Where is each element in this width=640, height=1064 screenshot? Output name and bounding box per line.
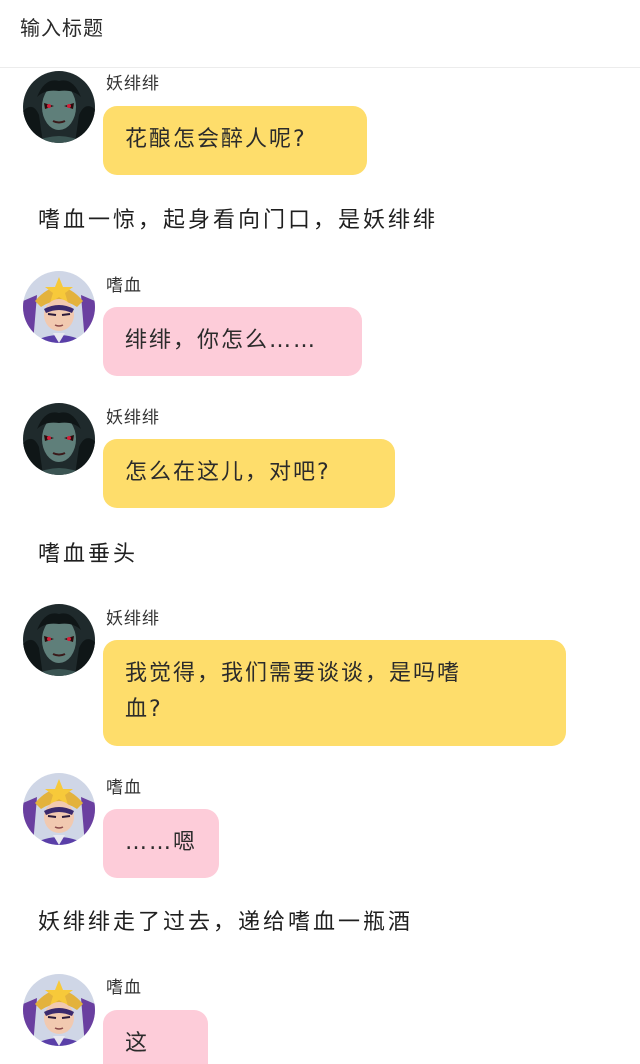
speaker-name: 嗜血 <box>106 778 142 798</box>
narration-text: 妖绯绯走了过去，递给嗜血一瓶酒 <box>38 910 414 935</box>
shixue-avatar <box>23 974 95 1046</box>
yaofeifei-avatar <box>23 604 95 676</box>
chat-bubble: 花酿怎会醉人呢? <box>103 106 367 175</box>
chat-bubble-line: 我觉得，我们需要谈谈，是吗嗜 <box>125 661 462 686</box>
speaker-name: 妖绯绯 <box>106 408 160 428</box>
speaker-name: 妖绯绯 <box>106 609 160 629</box>
chat-bubble: 我觉得，我们需要谈谈，是吗嗜 血? <box>103 640 566 746</box>
title-bar: 输入标题 <box>0 0 640 68</box>
chat-bubble: 这是? <box>103 1010 208 1064</box>
chat-bubble-line: 血? <box>125 697 163 722</box>
speaker-name: 嗜血 <box>106 276 142 296</box>
shixue-avatar <box>23 271 95 343</box>
speaker-name: 妖绯绯 <box>106 74 160 94</box>
yaofeifei-avatar <box>23 71 95 143</box>
chat-bubble: 怎么在这儿，对吧? <box>103 439 395 508</box>
title-input[interactable]: 输入标题 <box>20 12 104 41</box>
story-page: 输入标题 妖绯绯 花酿怎会醉人呢? 嗜血一惊，起身看向门口，是妖绯绯 嗜血 绯绯… <box>0 0 640 1064</box>
yaofeifei-avatar <box>23 403 95 475</box>
speaker-name: 嗜血 <box>106 978 142 998</box>
narration-text: 嗜血垂头 <box>38 542 139 567</box>
narration-text: 嗜血一惊，起身看向门口，是妖绯绯 <box>38 208 439 233</box>
chat-bubble: ……嗯 <box>103 809 219 878</box>
shixue-avatar <box>23 773 95 845</box>
chat-bubble: 绯绯，你怎么…… <box>103 307 362 376</box>
